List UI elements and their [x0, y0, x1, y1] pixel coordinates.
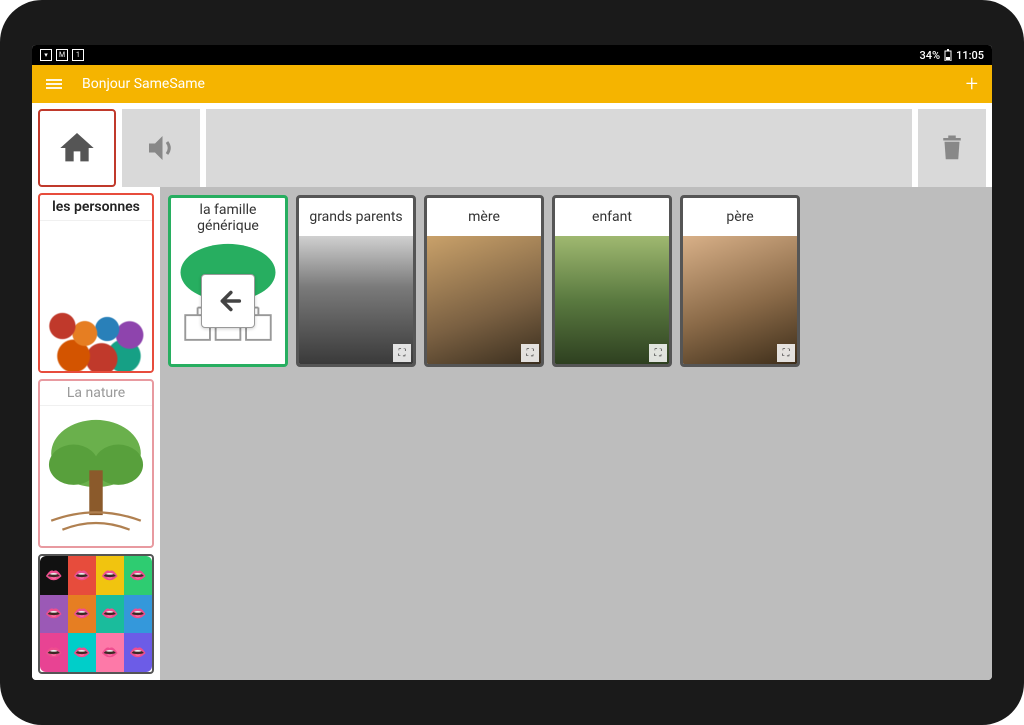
expand-icon[interactable]: ⛶ — [393, 344, 411, 362]
card-image: ⛶ — [427, 236, 541, 364]
trash-icon — [937, 131, 967, 165]
card-mere[interactable]: mère ⛶ — [424, 195, 544, 367]
card-image: ⛶ — [683, 236, 797, 364]
card-label: mère — [427, 198, 541, 236]
card-label: père — [683, 198, 797, 236]
category-sidebar: les personnes La nature — [32, 187, 160, 680]
card-image: ⛶ — [555, 236, 669, 364]
card-pere[interactable]: père ⛶ — [680, 195, 800, 367]
expand-icon[interactable]: ⛶ — [521, 344, 539, 362]
card-image: ⛶ — [299, 236, 413, 364]
battery-icon — [944, 49, 952, 61]
card-grid: la famille générique — [160, 187, 992, 680]
home-icon — [57, 128, 97, 168]
app-bar: Bonjour SameSame + — [32, 65, 992, 103]
screen: ▾ M 1 34% 11:05 Bonjour SameSame + — [32, 45, 992, 680]
message-bar[interactable] — [206, 109, 912, 187]
expand-icon[interactable]: ⛶ — [649, 344, 667, 362]
popart-icon: 👄👄👄👄 👄👄👄👄 👄👄👄👄 — [40, 556, 152, 672]
delete-button[interactable] — [918, 109, 986, 187]
tree-icon — [40, 406, 152, 546]
speak-button[interactable] — [122, 109, 200, 187]
card-enfant[interactable]: enfant ⛶ — [552, 195, 672, 367]
crowd-icon — [40, 221, 152, 371]
card-label: enfant — [555, 198, 669, 236]
back-arrow-icon — [201, 274, 255, 328]
mail-icon: M — [56, 49, 68, 61]
card-label: la famille générique — [171, 198, 285, 238]
expand-icon[interactable]: ⛶ — [777, 344, 795, 362]
card-label: grands parents — [299, 198, 413, 236]
sidebar-item-nature[interactable]: La nature — [38, 379, 154, 549]
card-image — [171, 238, 285, 364]
sidebar-item-label: La nature — [40, 381, 152, 407]
add-icon[interactable]: + — [966, 72, 978, 97]
sidebar-item-label: les personnes — [40, 195, 152, 221]
content-area: les personnes La nature — [32, 187, 992, 680]
clock-text: 11:05 — [956, 49, 984, 62]
notification-icon: ▾ — [40, 49, 52, 61]
sidebar-item-expressions[interactable]: 👄👄👄👄 👄👄👄👄 👄👄👄👄 — [38, 554, 154, 674]
toolbar — [32, 103, 992, 187]
app-notification-icon: 1 — [72, 49, 84, 61]
status-right: 34% 11:05 — [919, 49, 984, 62]
tablet-frame: ▾ M 1 34% 11:05 Bonjour SameSame + — [0, 0, 1024, 725]
sidebar-item-personnes[interactable]: les personnes — [38, 193, 154, 373]
status-bar: ▾ M 1 34% 11:05 — [32, 45, 992, 65]
menu-icon[interactable] — [46, 79, 62, 89]
status-left: ▾ M 1 — [40, 49, 84, 61]
app-title: Bonjour SameSame — [82, 76, 946, 92]
home-button[interactable] — [38, 109, 116, 187]
battery-text: 34% — [919, 49, 940, 62]
card-back[interactable]: la famille générique — [168, 195, 288, 367]
card-grands-parents[interactable]: grands parents ⛶ — [296, 195, 416, 367]
speaker-icon — [143, 130, 179, 166]
